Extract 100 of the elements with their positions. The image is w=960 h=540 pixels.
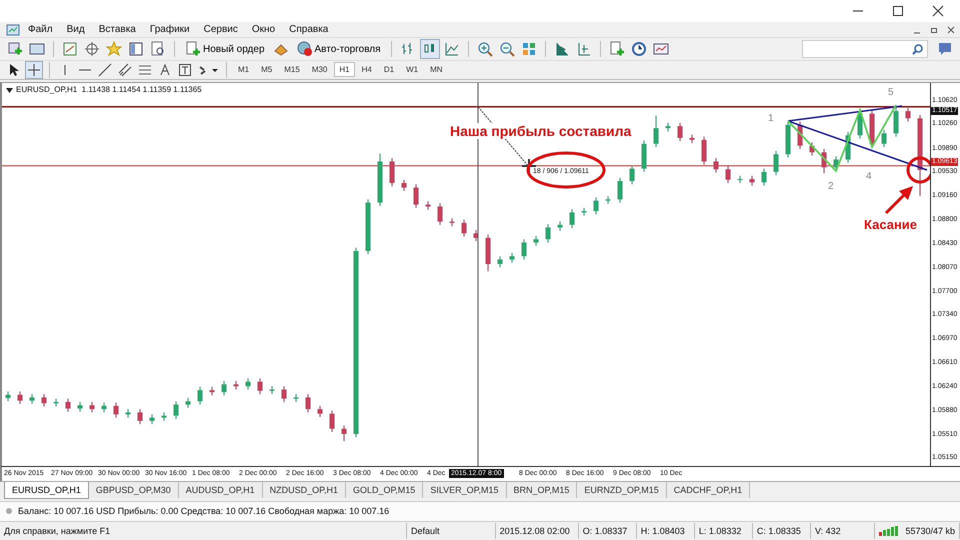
candlestick: [150, 414, 154, 425]
candlestick: [762, 168, 766, 186]
candlestick: [882, 129, 886, 148]
candlestick: [702, 136, 706, 166]
timeframe-button[interactable]: W1: [402, 63, 422, 76]
candlestick: [510, 252, 514, 264]
globe-stop-icon: [296, 41, 312, 58]
close-icon[interactable]: [932, 4, 944, 17]
new-order-button[interactable]: Новый ордер: [182, 40, 268, 58]
candlestick: [558, 220, 562, 232]
close-price: C: 1.08335: [752, 523, 811, 540]
chart-tab[interactable]: GOLD_OP,M15: [346, 482, 424, 498]
volume: V: 432: [810, 523, 876, 540]
timeframe-button[interactable]: M1: [234, 63, 254, 76]
candlestick: [90, 401, 94, 413]
timeframe-button[interactable]: M30: [308, 63, 332, 76]
candlestick: [678, 122, 682, 142]
candlestick: [222, 380, 226, 396]
candlestick: [774, 150, 778, 176]
candlestick: [246, 378, 250, 390]
timeframe-button[interactable]: MN: [426, 63, 447, 76]
chart-tab[interactable]: NZDUSD_OP,H1: [262, 482, 346, 498]
search-field[interactable]: [802, 40, 928, 58]
touch-caption: Касание: [864, 216, 918, 232]
menu-item[interactable]: Вставка: [92, 24, 142, 36]
candlestick-icon[interactable]: [420, 40, 439, 58]
menu-item[interactable]: Сервис: [198, 24, 244, 36]
candlestick: [306, 393, 310, 413]
candlestick: [546, 224, 550, 243]
arrow-icon: [884, 186, 913, 214]
timeframe-button[interactable]: D1: [380, 63, 398, 76]
candlestick: [318, 405, 322, 418]
chart-tab[interactable]: EURUSD_OP,H1: [4, 482, 89, 499]
profile-name: Default: [407, 523, 496, 540]
crosshair-icon[interactable]: [26, 62, 42, 78]
open-price: O: 1.08337: [578, 523, 637, 540]
new-order-icon: [185, 41, 201, 58]
candlestick: [498, 256, 502, 268]
candlestick: [714, 158, 718, 173]
trend-line-icon[interactable]: [97, 62, 113, 78]
menu-item[interactable]: Окно: [246, 24, 282, 36]
chart-tab[interactable]: CADCHF_OP,H1: [666, 482, 750, 498]
candlestick: [114, 402, 118, 418]
zoom-in-icon[interactable]: [476, 40, 494, 58]
candlestick: [894, 105, 898, 137]
account-summary: Баланс: 10 007.16 USD Прибыль: 0.00 Средства: 10 007.16 Свободная маржа: 10 007.16: [18, 506, 390, 516]
menu-item[interactable]: Справка: [283, 24, 334, 36]
star-icon[interactable]: [105, 40, 123, 58]
candlestick: [342, 424, 346, 442]
candlestick: [102, 402, 106, 413]
app-icon[interactable]: [6, 22, 20, 37]
zoom-out-icon[interactable]: [498, 40, 516, 58]
timeframe-button[interactable]: H4: [358, 63, 376, 76]
traffic-text: 55730/47 kb: [905, 526, 956, 536]
menu-item[interactable]: Файл: [22, 24, 59, 36]
timeframe-button[interactable]: M5: [257, 63, 276, 76]
timeframe-button[interactable]: M15: [280, 63, 304, 76]
candlestick: [174, 400, 178, 420]
candlestick: [18, 390, 22, 404]
profit-caption: Наша прибыль составила: [450, 122, 632, 139]
candlestick: [30, 393, 34, 404]
candlestick: [138, 408, 142, 425]
wave-label: 5: [888, 86, 894, 98]
wave-label: 2: [828, 180, 834, 192]
candlestick: [438, 202, 442, 226]
auto-trading-button[interactable]: Авто-торговля: [294, 40, 384, 58]
line-chart-icon[interactable]: [442, 40, 461, 58]
collapse-triangle-icon[interactable]: [6, 88, 13, 93]
candlestick: [42, 393, 46, 407]
candlestick: [726, 165, 730, 184]
candlestick: [78, 401, 82, 412]
high-price: H: 1.08403: [636, 523, 695, 540]
candlestick: [534, 235, 538, 246]
chart-tab[interactable]: AUDUSD_OP,H1: [178, 482, 263, 498]
menu-item[interactable]: Вид: [60, 24, 91, 36]
menu-item[interactable]: Графики: [144, 24, 196, 36]
chart-tab[interactable]: EURNZD_OP,M15: [577, 482, 667, 498]
candlestick: [630, 164, 634, 185]
candlestick: [414, 184, 418, 208]
clock-icon[interactable]: [630, 40, 648, 58]
candlestick: [570, 208, 574, 228]
candlestick: [390, 158, 394, 187]
channel-icon[interactable]: [117, 62, 133, 78]
candlestick: [66, 398, 70, 412]
timeframe-button[interactable]: H1: [335, 63, 354, 76]
candlestick: [402, 179, 406, 192]
candlestick: [258, 378, 262, 394]
chart-tab[interactable]: BRN_OP,M15: [506, 482, 578, 498]
text-label-icon[interactable]: [177, 62, 193, 78]
candlestick: [522, 238, 526, 260]
status-dot-icon: [6, 508, 12, 514]
candlestick: [330, 410, 334, 432]
chart-tab[interactable]: SILVER_OP,M15: [423, 482, 507, 498]
chart-tab[interactable]: GBPUSD_OP,M30: [88, 482, 179, 498]
maximize-icon[interactable]: [892, 4, 904, 17]
low-price: L: 1.08332: [694, 523, 753, 540]
candlestick: [6, 390, 10, 402]
crosshair-icon[interactable]: [83, 40, 101, 58]
candlestick: [594, 196, 598, 215]
mdi-close-icon[interactable]: [945, 24, 957, 36]
